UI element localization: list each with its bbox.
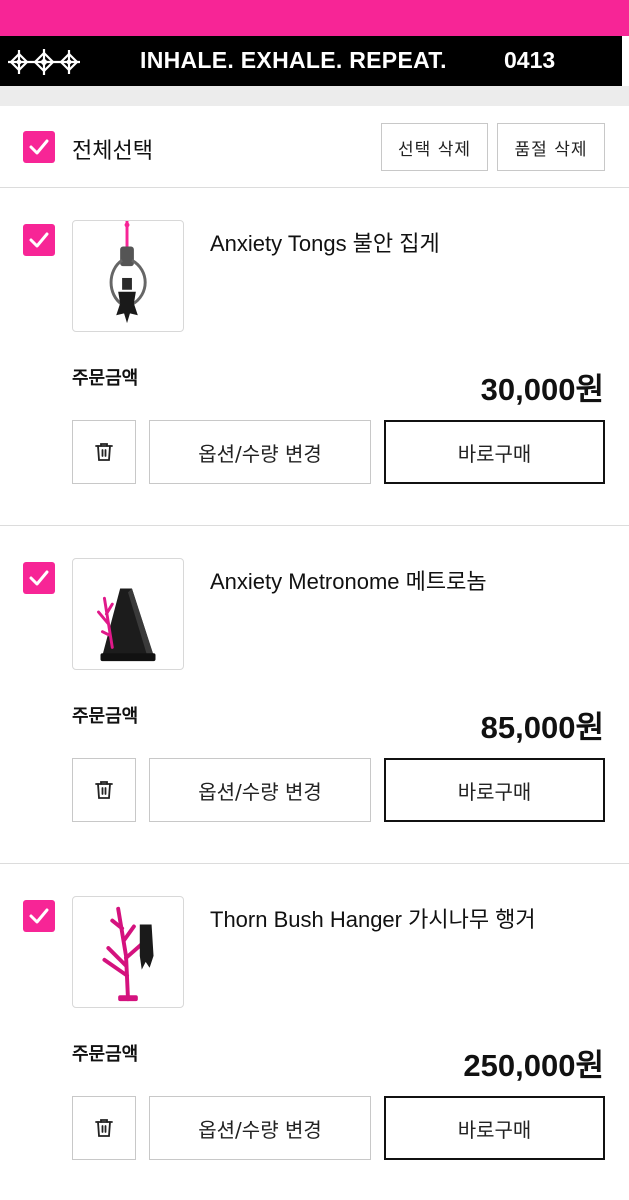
item-checkbox[interactable] <box>23 900 55 932</box>
buy-now-button[interactable]: 바로구매 <box>384 1096 605 1160</box>
price-label: 주문금액 <box>72 706 139 727</box>
price-label: 주문금액 <box>72 1044 139 1065</box>
delete-item-button[interactable] <box>72 758 136 822</box>
item-name[interactable]: Anxiety Metronome 메트로놈 <box>210 564 487 596</box>
item-price: 30,000원 <box>480 372 604 407</box>
thorn-hanger-product-image[interactable] <box>72 896 184 1008</box>
banner-counter: 0413 <box>504 47 556 73</box>
item-checkbox[interactable] <box>23 224 55 256</box>
trash-icon <box>95 443 113 461</box>
banner-edge <box>622 36 629 86</box>
check-icon <box>29 232 49 248</box>
brand-logo-icon[interactable] <box>8 49 80 75</box>
delete-item-button[interactable] <box>72 1096 136 1160</box>
change-option-button[interactable]: 옵션/수량 변경 <box>149 1096 371 1160</box>
change-option-button[interactable]: 옵션/수량 변경 <box>149 420 371 484</box>
trash-icon <box>95 1119 113 1137</box>
price-label: 주문금액 <box>72 368 139 389</box>
check-icon <box>29 570 49 586</box>
buy-now-button[interactable]: 바로구매 <box>384 420 605 484</box>
item-price: 250,000원 <box>463 1048 604 1083</box>
select-all-label: 전체선택 <box>72 139 153 164</box>
delete-item-button[interactable] <box>72 420 136 484</box>
item-checkbox[interactable] <box>23 562 55 594</box>
select-all-checkbox[interactable] <box>23 131 55 163</box>
accent-top-bar <box>0 0 629 36</box>
section-spacer <box>0 86 629 106</box>
cart-item: Anxiety Metronome 메트로놈 주문금액 85,000원 옵션/수… <box>0 526 629 864</box>
item-name[interactable]: Thorn Bush Hanger 가시나무 행거 <box>210 902 536 934</box>
delete-soldout-button[interactable]: 품절 삭제 <box>497 123 605 171</box>
brand-banner: INHALE. EXHALE. REPEAT. 0413 <box>0 36 629 86</box>
select-all-row: 전체선택 선택 삭제 품절 삭제 <box>0 106 629 188</box>
cart-item: Thorn Bush Hanger 가시나무 행거 주문금액 250,000원 … <box>0 864 629 1200</box>
trash-icon <box>95 781 113 799</box>
tongs-product-image[interactable] <box>72 220 184 332</box>
banner-slogan: INHALE. EXHALE. REPEAT. <box>140 47 447 73</box>
delete-selected-button[interactable]: 선택 삭제 <box>381 123 488 171</box>
check-icon <box>29 908 49 924</box>
cart-item: Anxiety Tongs 불안 집게 주문금액 30,000원 옵션/수량 변… <box>0 188 629 526</box>
item-name[interactable]: Anxiety Tongs 불안 집게 <box>210 226 440 258</box>
metronome-product-image[interactable] <box>72 558 184 670</box>
check-icon <box>29 139 49 155</box>
buy-now-button[interactable]: 바로구매 <box>384 758 605 822</box>
item-price: 85,000원 <box>480 710 604 745</box>
change-option-button[interactable]: 옵션/수량 변경 <box>149 758 371 822</box>
